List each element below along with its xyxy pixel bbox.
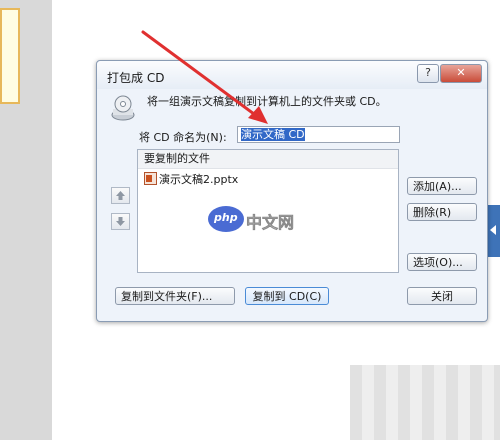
annotation-arrow-icon bbox=[141, 30, 268, 124]
